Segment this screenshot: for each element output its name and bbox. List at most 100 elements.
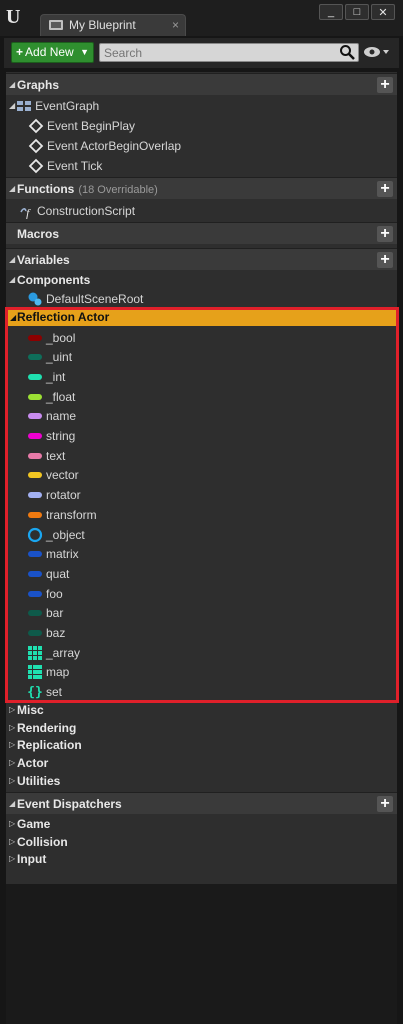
chevron-down-icon: ▼ xyxy=(80,47,89,57)
category-utilities[interactable]: ▷ Utilities xyxy=(6,772,397,790)
array-icon xyxy=(27,645,43,661)
variable-type-pill-icon xyxy=(27,625,43,641)
variable-type-pill-icon xyxy=(27,487,43,503)
variable-item[interactable]: _array xyxy=(27,643,80,662)
variables-header[interactable]: ◢ Variables + xyxy=(6,248,397,270)
variable-item[interactable]: vector xyxy=(27,466,79,485)
category-label: Actor xyxy=(17,756,49,771)
expand-arrow-icon: ▷ xyxy=(9,836,16,846)
variable-label: baz xyxy=(46,626,66,640)
variable-label: string xyxy=(46,429,76,443)
collapse-arrow-icon: ◢ xyxy=(9,275,16,284)
macros-header[interactable]: Macros + xyxy=(6,222,397,244)
variable-label: name xyxy=(46,409,77,424)
dispatcher-category-game[interactable]: ▷ Game xyxy=(6,815,397,833)
variable-item[interactable]: string xyxy=(27,427,75,446)
variable-label: bar xyxy=(46,606,64,621)
tree-item-event-beginplay[interactable]: Event BeginPlay xyxy=(28,116,135,135)
variable-item[interactable]: matrix xyxy=(27,545,79,564)
variable-item[interactable]: _uint xyxy=(27,348,72,367)
variable-item[interactable]: name xyxy=(27,407,76,426)
variable-label: _object xyxy=(46,527,85,542)
variable-item[interactable]: foo xyxy=(27,584,63,603)
event-dispatchers-header[interactable]: ◢ Event Dispatchers + xyxy=(6,792,397,814)
variable-type-pill-icon xyxy=(27,369,43,385)
reflection-actor-category[interactable]: ◢ Reflection Actor xyxy=(6,309,397,326)
variable-label: _array xyxy=(46,645,81,660)
variable-type-pill-icon xyxy=(27,389,43,405)
add-event-dispatcher-button[interactable]: + xyxy=(377,796,393,812)
variable-item[interactable]: transform xyxy=(27,505,97,524)
tree-item-event-tick[interactable]: Event Tick xyxy=(28,156,102,175)
svg-text:f: f xyxy=(26,206,31,219)
tree-item-constructionscript[interactable]: f ConstructionScript xyxy=(18,201,135,220)
category-replication[interactable]: ▷ Replication xyxy=(6,736,397,754)
variable-item[interactable]: _int xyxy=(27,367,65,386)
tree-item-label: EventGraph xyxy=(35,98,100,113)
category-misc[interactable]: ▷ Misc xyxy=(6,701,397,719)
variable-item[interactable]: quat xyxy=(27,564,69,583)
variable-label: rotator xyxy=(46,488,81,503)
tree-item-eventgraph[interactable]: ◢ EventGraph xyxy=(9,96,99,115)
event-dispatchers-label: Event Dispatchers xyxy=(17,797,122,811)
category-actor[interactable]: ▷ Actor xyxy=(6,754,397,772)
close-window-button[interactable]: ✕ xyxy=(371,4,395,20)
variable-item[interactable]: map xyxy=(27,663,69,682)
search-icon[interactable] xyxy=(339,44,355,60)
dispatcher-category-input[interactable]: ▷ Input xyxy=(6,850,397,868)
add-graph-button[interactable]: + xyxy=(377,77,393,93)
title-bar: U My Blueprint × _ □ ✕ xyxy=(0,0,403,36)
tree-item-defaultsceneroot[interactable]: DefaultSceneRoot xyxy=(27,289,143,308)
add-function-button[interactable]: + xyxy=(377,181,393,197)
expand-arrow-icon: ▷ xyxy=(9,819,16,828)
tree-item-label: Event Tick xyxy=(47,158,103,173)
variable-item[interactable]: bar xyxy=(27,604,63,623)
graphs-header[interactable]: ◢ Graphs + xyxy=(6,73,397,95)
category-label: Utilities xyxy=(17,773,61,788)
variable-item[interactable]: _float xyxy=(27,387,75,406)
variable-type-pill-icon xyxy=(27,330,43,346)
minimize-button[interactable]: _ xyxy=(319,4,343,20)
variable-label: _bool xyxy=(46,330,76,345)
variable-item[interactable]: _bool xyxy=(27,328,75,347)
variable-type-pill-icon xyxy=(27,428,43,444)
variable-item[interactable]: rotator xyxy=(27,486,81,505)
category-label: Rendering xyxy=(17,720,77,735)
variable-item[interactable]: text xyxy=(27,446,65,465)
tree-item-label: Event ActorBeginOverlap xyxy=(47,138,182,153)
tab-my-blueprint[interactable]: My Blueprint × xyxy=(40,14,186,36)
tab-close-icon[interactable]: × xyxy=(172,18,179,32)
graph-icon xyxy=(17,100,32,111)
variable-type-pill-icon xyxy=(27,546,43,562)
add-macro-button[interactable]: + xyxy=(377,226,393,242)
scene-root-icon xyxy=(28,292,42,305)
tree-item-label: DefaultSceneRoot xyxy=(46,291,144,306)
add-variable-button[interactable]: + xyxy=(377,252,393,268)
search-input[interactable] xyxy=(99,43,359,62)
variable-label: matrix xyxy=(46,547,79,562)
reflection-actor-label: Reflection Actor xyxy=(17,310,110,324)
object-reference-icon xyxy=(27,527,43,543)
variable-item[interactable]: {} set xyxy=(27,683,62,702)
collapse-arrow-icon: ◢ xyxy=(9,80,16,89)
panel-empty-area xyxy=(6,884,397,1024)
collapse-arrow-icon: ◢ xyxy=(9,255,16,264)
view-options-eye-icon[interactable] xyxy=(363,46,391,58)
tree-item-event-actorbeginoverlap[interactable]: Event ActorBeginOverlap xyxy=(28,136,181,155)
dispatcher-category-collision[interactable]: ▷ Collision xyxy=(6,833,397,851)
components-category[interactable]: ◢ Components xyxy=(6,271,397,289)
collapse-arrow-icon: ◢ xyxy=(9,184,16,193)
add-new-button[interactable]: + Add New ▼ xyxy=(11,42,94,63)
functions-header[interactable]: ◢ Functions (18 Overridable) + xyxy=(6,177,397,199)
maximize-button[interactable]: □ xyxy=(345,4,369,20)
variable-label: vector xyxy=(46,468,79,483)
variable-label: text xyxy=(46,448,66,463)
category-rendering[interactable]: ▷ Rendering xyxy=(6,719,397,737)
variable-item[interactable]: _object xyxy=(27,525,85,544)
variable-label: _uint xyxy=(46,350,73,365)
tree-item-label: ConstructionScript xyxy=(37,203,136,218)
collapse-arrow-icon: ◢ xyxy=(9,799,16,808)
variable-type-pill-icon xyxy=(27,448,43,464)
variable-item[interactable]: baz xyxy=(27,624,65,643)
variable-label: _float xyxy=(46,389,76,404)
